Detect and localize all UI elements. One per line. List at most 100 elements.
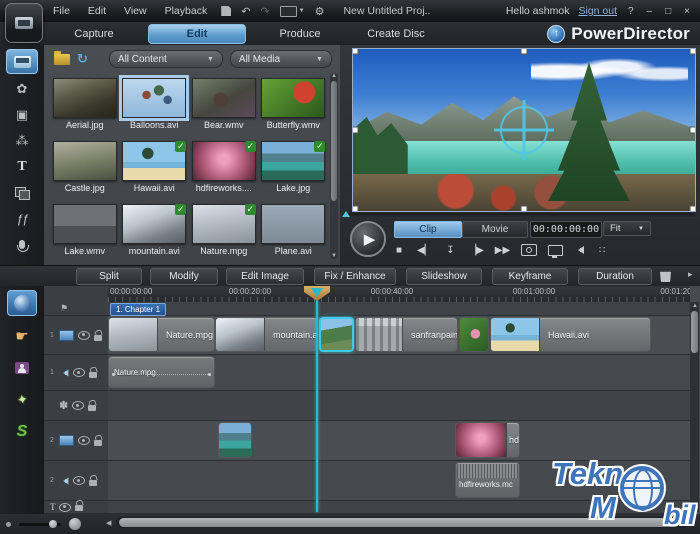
- magic-wand-tool[interactable]: ✦: [8, 388, 36, 412]
- track-lock-icon[interactable]: [94, 440, 102, 446]
- video-track2-header[interactable]: 2: [44, 421, 108, 461]
- previous-frame-button[interactable]: ◀▏: [417, 245, 432, 256]
- media-filter-dropdown[interactable]: All Media ▼: [230, 50, 332, 68]
- track-lock-icon[interactable]: [94, 335, 102, 341]
- preview-video-frame[interactable]: [352, 48, 696, 212]
- title-track-header[interactable]: T: [44, 501, 108, 514]
- selection-handle[interactable]: [690, 48, 697, 55]
- menu-file[interactable]: File: [44, 5, 79, 17]
- scroll-down-icon[interactable]: ▼: [692, 505, 698, 511]
- crosshair-icon[interactable]: [500, 106, 548, 154]
- audio-track-2[interactable]: hdfireworks.mc: [108, 461, 690, 501]
- scrollbar-thumb[interactable]: [119, 518, 679, 527]
- selection-handle[interactable]: [690, 206, 697, 213]
- video-track-2[interactable]: hd: [108, 421, 690, 461]
- timeline-vertical-scrollbar[interactable]: ▲ ▼: [690, 302, 699, 512]
- timeline-clip-lake-small[interactable]: [218, 422, 252, 458]
- import-media-folder-icon[interactable]: [54, 54, 70, 65]
- selection-handle[interactable]: [352, 206, 359, 213]
- menu-playback[interactable]: Playback: [156, 5, 217, 17]
- media-room-button[interactable]: [6, 49, 38, 74]
- zoom-out-dot-icon[interactable]: [6, 522, 11, 527]
- transition-room-button[interactable]: [7, 181, 37, 204]
- close-button[interactable]: ×: [682, 6, 692, 17]
- duration-button[interactable]: Duration: [578, 268, 652, 285]
- zoom-slider-knob[interactable]: [49, 520, 57, 528]
- video-track1-header[interactable]: 1: [44, 316, 108, 355]
- playhead-line[interactable]: [316, 286, 318, 512]
- menu-view[interactable]: View: [115, 5, 156, 17]
- chapter-track-header[interactable]: ⚑: [44, 302, 108, 316]
- scroll-left-icon[interactable]: ◀: [106, 519, 111, 527]
- undo-icon[interactable]: ↶: [241, 5, 250, 18]
- effect-track-header[interactable]: ✽: [44, 391, 108, 421]
- aspect-ratio-dropdown[interactable]: ▼: [280, 6, 305, 17]
- chapter-marker[interactable]: 1. Chapter 1: [110, 303, 166, 316]
- track-enable-eye-icon[interactable]: [78, 436, 90, 445]
- timeline-view-button[interactable]: [7, 290, 37, 316]
- selection-handle[interactable]: [521, 48, 528, 55]
- preview-seekbar[interactable]: [347, 213, 695, 218]
- timeline-audioclip-hdfireworks[interactable]: hdfireworks.mc: [455, 462, 520, 498]
- help-button[interactable]: ?: [626, 6, 636, 17]
- library-item-hdfireworks[interactable]: ✓ hdfireworks....: [189, 135, 259, 198]
- timeline-horizontal-scrollbar[interactable]: [116, 517, 688, 528]
- volume-keyframe-line[interactable]: [115, 374, 208, 375]
- fast-forward-button[interactable]: ▶▶: [495, 245, 510, 256]
- seekbar-marker-icon[interactable]: [342, 211, 350, 217]
- zoom-fit-round-button[interactable]: [69, 518, 81, 530]
- edit-image-button[interactable]: Edit Image: [226, 268, 304, 285]
- library-item-balloons[interactable]: Balloons.avi: [120, 72, 190, 135]
- timeline-clip-flower[interactable]: [459, 317, 489, 352]
- timeline-clip-mountain[interactable]: mountain.avi: [215, 317, 318, 352]
- sign-out-link[interactable]: Sign out: [578, 5, 617, 17]
- voiceover-room-button[interactable]: [7, 233, 37, 256]
- maximize-button[interactable]: □: [663, 6, 673, 17]
- library-item-hawaii[interactable]: ✓ Hawaii.avi: [120, 135, 190, 198]
- selection-handle[interactable]: [352, 48, 359, 55]
- library-item-nature[interactable]: ✓ Nature.mpg: [189, 199, 259, 262]
- library-item-lake-jpg[interactable]: ✓ Lake.jpg: [259, 135, 329, 198]
- preview-quality-icon[interactable]: ∷: [595, 245, 609, 256]
- chapter-track[interactable]: 1. Chapter 1: [108, 302, 690, 316]
- particle-room-button[interactable]: ⁂: [7, 129, 37, 152]
- content-filter-dropdown[interactable]: All Content ▼: [109, 50, 223, 68]
- tab-produce[interactable]: Produce: [252, 25, 348, 43]
- tab-create-disc[interactable]: Create Disc: [348, 25, 444, 43]
- save-icon[interactable]: [221, 6, 231, 16]
- selection-handle[interactable]: [352, 127, 359, 134]
- keyframe-button[interactable]: Keyframe: [492, 268, 568, 285]
- timeline-clip-hawaii[interactable]: Hawaii.avi: [490, 317, 651, 352]
- play-button[interactable]: ▶: [350, 221, 386, 257]
- pip-objects-room-button[interactable]: ▣: [7, 103, 37, 126]
- track-lock-icon[interactable]: [89, 372, 97, 378]
- clip-mode-button[interactable]: Clip: [394, 221, 462, 238]
- library-item-lake-wmv[interactable]: Lake.wmv: [50, 199, 120, 262]
- next-frame-button[interactable]: ▕▶: [468, 245, 483, 256]
- track-enable-eye-icon[interactable]: [73, 476, 85, 485]
- slideshow-button[interactable]: Slideshow: [406, 268, 482, 285]
- track-lock-icon[interactable]: [88, 405, 96, 411]
- redo-icon[interactable]: ↷: [260, 5, 269, 18]
- selection-handle[interactable]: [521, 206, 528, 213]
- scroll-up-icon[interactable]: ▲: [692, 303, 698, 309]
- video-track-1[interactable]: Nature.mpg mountain.avi sanfranpainted: [108, 316, 690, 355]
- minimize-button[interactable]: –: [645, 6, 655, 17]
- audio-track1-header[interactable]: 1: [44, 355, 108, 391]
- stop-button[interactable]: ■: [392, 245, 406, 256]
- modify-button[interactable]: Modify: [150, 268, 218, 285]
- audio-mixing-room-button[interactable]: ƒƒ: [7, 207, 37, 230]
- library-item-bear[interactable]: Bear.wmv: [189, 72, 259, 135]
- track-enable-eye-icon[interactable]: [73, 368, 85, 377]
- tab-capture[interactable]: Capture: [46, 25, 142, 43]
- selection-handle[interactable]: [690, 127, 697, 134]
- magic-style-tool[interactable]: S: [8, 420, 36, 444]
- track-enable-eye-icon[interactable]: [78, 331, 90, 340]
- audio-track2-header[interactable]: 2: [44, 461, 108, 501]
- library-item-castle[interactable]: Castle.jpg: [50, 135, 120, 198]
- timeline-zoom-slider[interactable]: [19, 523, 61, 526]
- scrollbar-thumb[interactable]: [691, 311, 698, 353]
- track-lock-icon[interactable]: [75, 505, 83, 511]
- chevron-right-icon[interactable]: ▸: [688, 269, 693, 280]
- library-item-plane[interactable]: Plane.avi: [259, 199, 329, 262]
